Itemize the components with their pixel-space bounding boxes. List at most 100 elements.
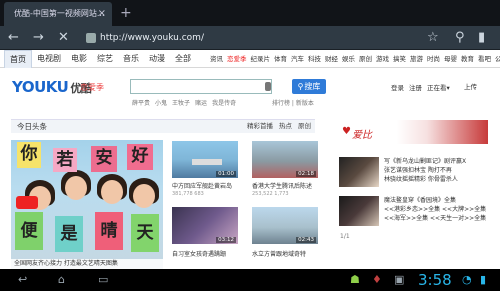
tab-close-icon[interactable]: × xyxy=(98,2,106,26)
section-title: 今日头条 xyxy=(17,122,47,131)
rank-link[interactable]: 排行榜 xyxy=(272,100,290,107)
right-list-image[interactable] xyxy=(339,157,379,187)
right-list-image[interactable] xyxy=(339,196,379,226)
channel-link[interactable]: 娱乐 xyxy=(340,50,357,68)
channel-link[interactable]: 财经 xyxy=(323,50,340,68)
wifi-icon[interactable]: ◔ xyxy=(462,269,472,291)
video-thumb[interactable]: 03:12 xyxy=(172,207,238,244)
photo-notification-icon[interactable]: ▣ xyxy=(394,269,404,291)
channel-link[interactable]: 科技 xyxy=(306,50,323,68)
mic-icon[interactable] xyxy=(265,82,271,91)
channel-link[interactable]: 搞笑 xyxy=(391,50,408,68)
home-nav-icon[interactable]: ⌂ xyxy=(58,269,65,291)
new-version-link[interactable]: 新版本 xyxy=(296,100,314,107)
nav-tab[interactable]: 电视剧 xyxy=(32,50,66,68)
video-thumb[interactable]: 02:43 xyxy=(252,207,318,244)
rank-links: 排行榜 | 新版本 xyxy=(272,100,314,107)
nav-tab[interactable]: 全部 xyxy=(170,50,196,68)
thumb-title[interactable]: 香港大学生腾讯后陈述 xyxy=(252,181,312,190)
hot-word-link[interactable]: 我是传奇 xyxy=(212,98,236,107)
account-links: 登录 注册 正在看▾ xyxy=(391,82,450,92)
account-link[interactable]: 注册 xyxy=(409,82,422,92)
back-nav-icon[interactable]: ↩ xyxy=(18,269,27,291)
web-page: 首页 电视剧 电影 综艺 音乐 动漫 全部 资讯 恋爱季 纪录片 体育 汽车 科技 财经 娱乐 原创 游戏 搞笑… xyxy=(0,50,500,269)
channel-link[interactable]: 资讯 xyxy=(208,50,225,68)
back-arrow-icon[interactable]: ← xyxy=(8,26,19,50)
right-list-line[interactable]: 林骁纹摇摇精彩 你骨雷杀人 xyxy=(384,175,466,184)
new-tab-icon[interactable]: + xyxy=(120,4,132,22)
forward-arrow-icon[interactable]: → xyxy=(33,26,44,50)
right-list-line[interactable]: 写《新乌龙山剿匪记》剧评赢X xyxy=(384,157,466,166)
channel-link[interactable]: 公益 xyxy=(493,50,500,68)
search-button-label: 搜库 xyxy=(304,82,321,91)
sign-board: 安 xyxy=(91,146,117,172)
hot-word-link[interactable]: 王牧子 xyxy=(172,98,190,107)
channel-link[interactable]: 母婴 xyxy=(442,50,459,68)
ad-text: 爱比 xyxy=(352,130,372,141)
hot-word-link[interactable]: 小鬼 xyxy=(155,98,167,107)
nav-tab[interactable]: 动漫 xyxy=(144,50,170,68)
search-button[interactable]: ⚲搜库 xyxy=(292,79,326,94)
search-input[interactable] xyxy=(130,79,272,94)
battery-icon[interactable]: ▮ xyxy=(480,269,486,291)
account-link[interactable]: 登录 xyxy=(391,82,404,92)
browser-toolbar: ← → ✕ http://www.youku.com/ ☆ ⚲ ▮ xyxy=(0,26,500,50)
channel-link[interactable]: 纪录片 xyxy=(249,50,273,68)
search-icon[interactable]: ⚲ xyxy=(455,26,465,50)
sign-board: 天 xyxy=(131,214,159,252)
android-notification-icon[interactable]: ☗ xyxy=(350,269,360,291)
slogan: 恋爱季 xyxy=(80,83,104,92)
top-navigation: 首页 电视剧 电影 综艺 音乐 动漫 全部 资讯 恋爱季 纪录片 体育 汽车 科技 财经 娱乐 原创 游戏 搞笑… xyxy=(0,50,500,68)
section-tab[interactable]: 精彩首播 xyxy=(247,120,273,133)
channel-list: 资讯恋爱季纪录片体育汽车科技财经娱乐原创游戏搞笑旅游时尚母婴教育看吧公益 xyxy=(208,50,500,68)
right-list-line[interactable]: <<海军>>全集 <<天生一对>>全集 xyxy=(384,214,486,223)
thumb-title[interactable]: 自习室女孩奇遇蹒跚 xyxy=(172,249,226,258)
star-bookmark-icon[interactable]: ☆ xyxy=(427,26,439,50)
sign-board: 好 xyxy=(127,144,153,170)
feature-caption[interactable]: 全国网友齐心接力 打造最文艺晴天图集 xyxy=(11,259,163,269)
channel-link[interactable]: 看吧 xyxy=(476,50,493,68)
sign-board: 你 xyxy=(17,142,41,168)
system-bar: ↩ ⌂ ▭ ☗ ♦ ▣ 3:58 ◔ ▮ xyxy=(0,269,500,291)
bookmarks-icon[interactable]: ▮ xyxy=(478,26,485,50)
url-field[interactable]: http://www.youku.com/ xyxy=(100,26,204,50)
right-list-line[interactable]: 魔法鳌皇穿《香园境》全集 xyxy=(384,196,486,205)
video-thumb[interactable]: 02:18 xyxy=(252,141,318,178)
hot-word-link[interactable]: 赌运 xyxy=(195,98,207,107)
video-duration: 03:12 xyxy=(216,237,236,243)
sign-board: 是 xyxy=(55,216,83,252)
clock[interactable]: 3:58 xyxy=(418,269,452,291)
person-face xyxy=(101,180,123,204)
section-tab[interactable]: 热点 xyxy=(279,120,292,133)
stop-x-icon[interactable]: ✕ xyxy=(58,26,69,50)
nav-tab[interactable]: 音乐 xyxy=(118,50,144,68)
thumb-title[interactable]: 水立方曾跟地域奇特 xyxy=(252,249,306,258)
section-tab[interactable]: 原创 xyxy=(298,120,311,133)
nav-tab[interactable]: 首页 xyxy=(4,50,32,68)
right-list-line[interactable]: <<港彩乡恋>>全集 <<大牌>>全集 xyxy=(384,205,486,214)
play-badge-icon[interactable] xyxy=(16,196,38,209)
browser-tab-bar: 优酷-中国第一视频网站... × + xyxy=(0,0,500,26)
nav-tab[interactable]: 电影 xyxy=(66,50,92,68)
pager: 1/1 xyxy=(340,233,350,240)
recent-apps-icon[interactable]: ▭ xyxy=(98,269,108,291)
ad-banner[interactable]: ♥ 爱比 xyxy=(336,120,488,144)
channel-link[interactable]: 旅游 xyxy=(408,50,425,68)
channel-link[interactable]: 游戏 xyxy=(374,50,391,68)
browser-tab[interactable]: 优酷-中国第一视频网站... × xyxy=(4,2,112,26)
cards-notification-icon[interactable]: ♦ xyxy=(372,269,382,291)
hot-word-link[interactable]: 薛平贵 xyxy=(132,98,150,107)
channel-link[interactable]: 时尚 xyxy=(425,50,442,68)
right-list-line[interactable]: 张艺谋强扣林宝 陶打不再 xyxy=(384,166,466,175)
channel-link[interactable]: 汽车 xyxy=(289,50,306,68)
account-link[interactable]: 正在看▾ xyxy=(427,82,450,92)
sign-board: 若 xyxy=(53,148,77,172)
channel-link[interactable]: 原创 xyxy=(357,50,374,68)
channel-link[interactable]: 教育 xyxy=(459,50,476,68)
channel-link[interactable]: 恋爱季 xyxy=(225,50,249,68)
video-thumb[interactable]: 01:00 xyxy=(172,141,238,178)
thumb-title[interactable]: 中方回应军舰赴黄岩岛 xyxy=(172,181,232,190)
upload-link[interactable]: 上传 xyxy=(464,81,477,91)
nav-tab[interactable]: 综艺 xyxy=(92,50,118,68)
channel-link[interactable]: 体育 xyxy=(272,50,289,68)
